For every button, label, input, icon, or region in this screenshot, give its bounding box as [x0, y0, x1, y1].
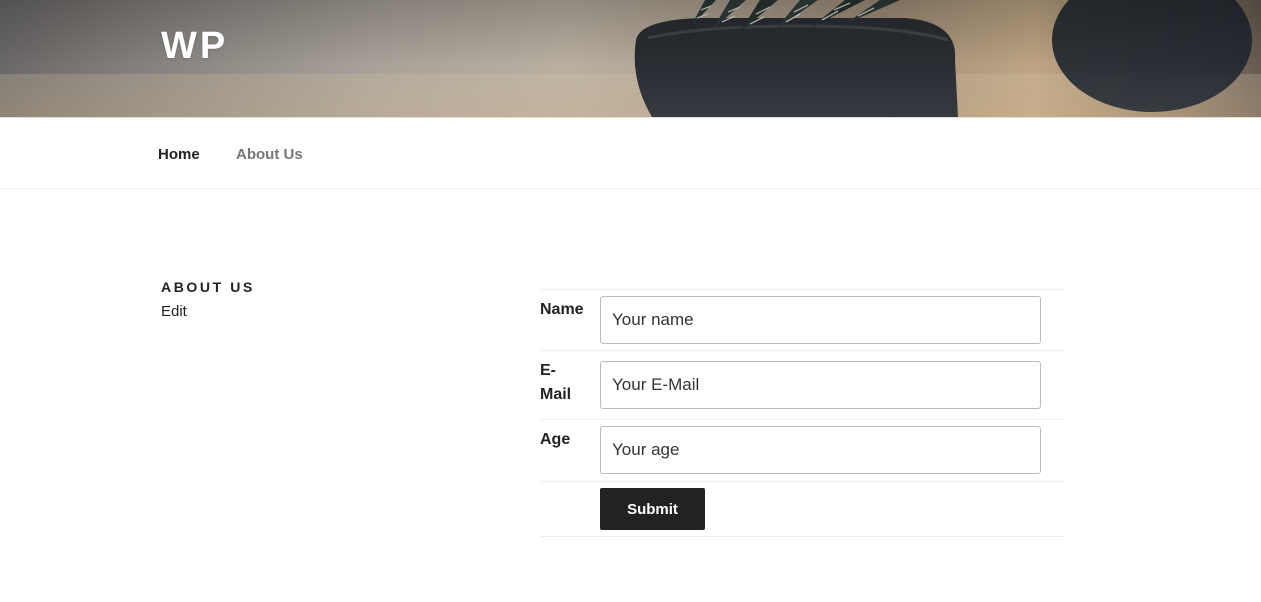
- form-row-submit: Submit: [540, 482, 1064, 537]
- edit-link[interactable]: Edit: [161, 303, 187, 321]
- form-row-email: E-Mail: [540, 351, 1064, 420]
- nav-item-home[interactable]: Home: [158, 145, 200, 165]
- email-field[interactable]: [600, 361, 1041, 409]
- age-field[interactable]: [600, 426, 1041, 474]
- form-row-age: Age: [540, 420, 1064, 482]
- submit-button[interactable]: Submit: [600, 488, 705, 530]
- nav-item-about-us[interactable]: About Us: [236, 145, 303, 165]
- age-label: Age: [540, 431, 571, 448]
- name-label: Name: [540, 301, 584, 318]
- site-title[interactable]: WP: [161, 24, 228, 68]
- form-row-name: Name: [540, 290, 1064, 351]
- main-navigation: Home About Us: [0, 117, 1261, 189]
- header-banner: WP: [0, 0, 1261, 117]
- name-field[interactable]: [600, 296, 1041, 344]
- page-title: ABOUT US: [161, 279, 255, 295]
- contact-form: Name E-Mail Age Submit: [540, 289, 1064, 537]
- email-label: E-Mail: [540, 362, 572, 403]
